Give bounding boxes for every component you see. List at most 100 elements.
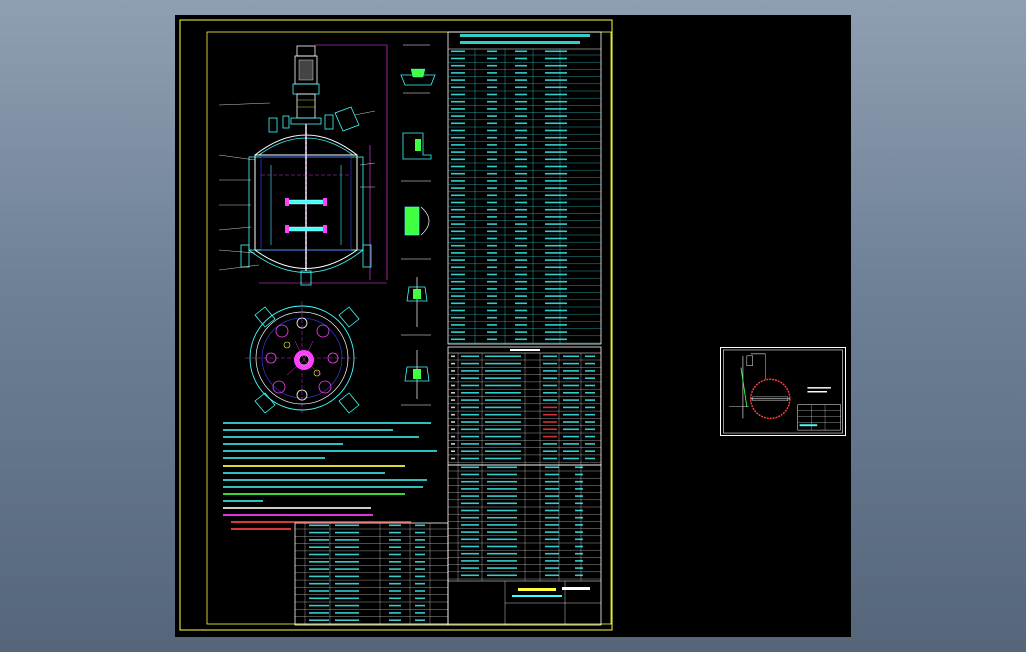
table-cell-text	[487, 567, 517, 569]
table-cell-text	[335, 612, 359, 614]
technical-notes	[223, 422, 437, 530]
table-cell-text	[451, 172, 465, 175]
thumbnail-sheet[interactable]	[720, 347, 846, 436]
front-section-view	[218, 44, 388, 286]
table-cell-text	[485, 399, 521, 401]
table-cell-text	[515, 230, 527, 233]
table-cell-text	[545, 79, 567, 81]
table-cell-text	[563, 413, 579, 416]
table-cell-text	[575, 502, 583, 505]
table-cell-text	[545, 316, 567, 319]
table-cell-text	[389, 539, 401, 541]
table-cell-text	[487, 122, 497, 125]
table-cell-text	[415, 619, 425, 621]
table-cell-text	[585, 457, 595, 460]
table-cell-text	[515, 57, 527, 60]
table-cell-text	[389, 582, 401, 585]
table-cell-text	[389, 612, 401, 614]
table-cell-text	[545, 273, 567, 276]
table-cell-text	[585, 355, 595, 358]
detail-views	[400, 44, 436, 406]
table-cell-text	[451, 115, 465, 117]
table-cell-text	[487, 480, 517, 483]
table-cell-text	[563, 443, 579, 445]
table-cell-text	[461, 488, 479, 490]
table-cell-text	[515, 338, 527, 341]
table-cell-text	[309, 546, 329, 548]
table-cell-text	[461, 443, 479, 445]
table-cell-text	[487, 165, 497, 168]
table-cell-text	[487, 295, 497, 297]
cad-viewport[interactable]	[175, 15, 851, 637]
table-cell-text	[545, 252, 567, 254]
table-cell-text	[545, 567, 559, 569]
table-cell-text	[545, 165, 567, 168]
table-cell-text	[545, 144, 567, 146]
table-cell-text	[451, 457, 455, 460]
table-cell-text	[515, 158, 527, 161]
table-cell-text	[451, 136, 465, 139]
table-cell-text	[451, 223, 465, 225]
table-cell-text	[461, 531, 479, 533]
table-cell-text	[545, 560, 559, 562]
table-cell-text	[543, 406, 557, 409]
table-cell-text	[515, 331, 527, 333]
table-cell-text	[545, 259, 567, 261]
table-cell-text	[451, 50, 465, 53]
table-cell-text	[515, 259, 527, 261]
table-cell-text	[543, 362, 557, 365]
table-cell-text	[461, 552, 479, 555]
table-cell-text	[545, 237, 567, 240]
table-cell-text	[451, 93, 465, 96]
table-cell-text	[461, 502, 479, 505]
table-cell-text	[515, 165, 527, 168]
table-cell-text	[515, 194, 527, 197]
table-cell-text	[451, 413, 455, 416]
table-cell-text	[545, 502, 559, 505]
table-cell-text	[309, 531, 329, 534]
table-cell-text	[451, 79, 465, 81]
table-cell-text	[451, 331, 465, 333]
table-cell-text	[575, 531, 583, 533]
table-cell-text	[485, 450, 521, 452]
table-cell-text	[545, 194, 567, 197]
table-cell-text	[585, 428, 595, 431]
table-cell-text	[545, 216, 567, 218]
table-cell-text	[461, 473, 479, 476]
table-cell-text	[545, 244, 567, 247]
table-cell-text	[515, 237, 527, 240]
table-cell-text	[335, 568, 359, 570]
table-cell-text	[545, 108, 567, 110]
table-cell-text	[575, 574, 583, 577]
table-cell-text	[487, 216, 497, 218]
table-cell-text	[515, 100, 527, 103]
table-cell-text	[575, 488, 583, 490]
table-cell-text	[485, 370, 521, 372]
table-cell-text	[585, 413, 595, 416]
table-cell-text	[389, 546, 401, 548]
table-cell-text	[545, 93, 567, 96]
table-cell-text	[515, 266, 527, 269]
table-cell-text	[543, 421, 557, 423]
table-cell-text	[389, 575, 401, 578]
table-cell-text	[545, 172, 567, 175]
table-cell-text	[389, 524, 401, 527]
table-cell-text	[487, 136, 497, 139]
table-cell-text	[585, 377, 595, 379]
table-cell-text	[545, 545, 559, 548]
table-cell-text	[415, 568, 425, 570]
table-cell-text	[335, 590, 359, 592]
table-cell-text	[585, 435, 595, 438]
table-cell-text	[575, 516, 583, 519]
table-cell-text	[451, 72, 465, 74]
table-cell-text	[451, 288, 465, 290]
table-cell-text	[563, 384, 579, 387]
table-cell-text	[487, 57, 497, 60]
table-cell-text	[461, 538, 479, 541]
table-cell-text	[461, 406, 479, 409]
table-cell-text	[545, 122, 567, 125]
table-cell-text	[415, 597, 425, 600]
table-cell-text	[545, 115, 567, 117]
table-cell-text	[335, 531, 359, 534]
table-cell-text	[575, 524, 583, 526]
